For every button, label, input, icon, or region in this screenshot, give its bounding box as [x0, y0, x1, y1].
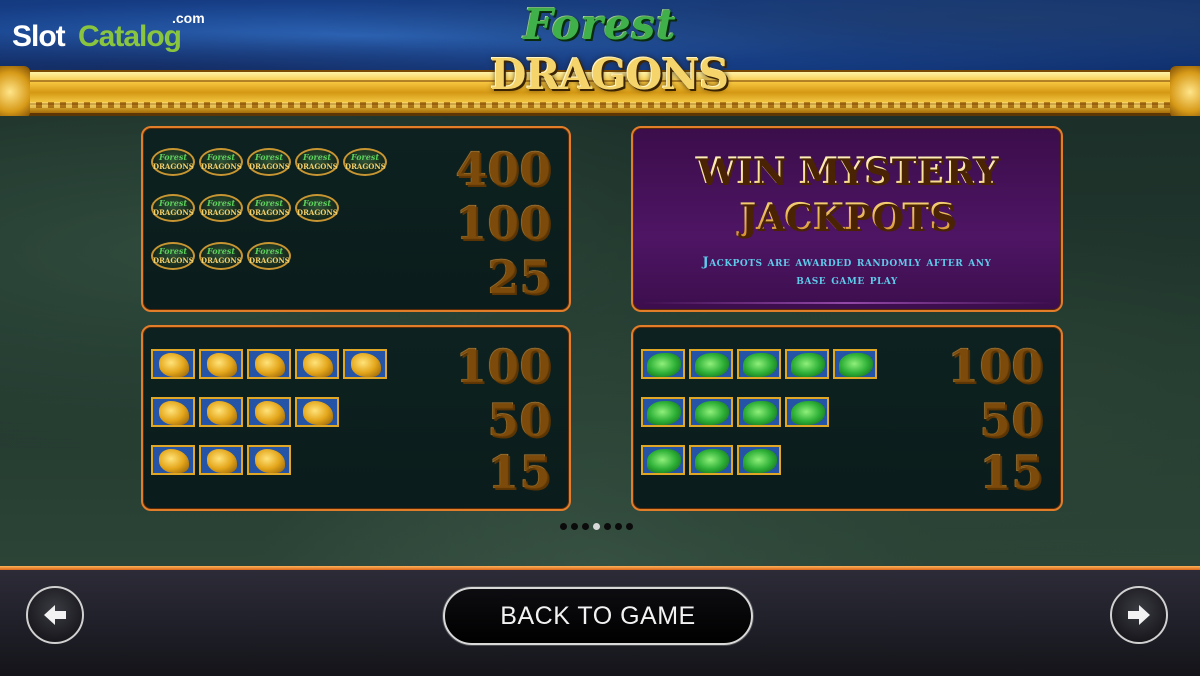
- green-dragon-icon: [833, 349, 877, 379]
- jackpot-description-line1: Jackpots are awarded randomly after any: [702, 255, 992, 270]
- page-indicator: [560, 523, 633, 530]
- green-dragon-icon: [689, 349, 733, 379]
- game-logo: Forest DRAGONS: [490, 0, 729, 112]
- gold-dragon-icon: [199, 349, 243, 379]
- logo-symbol-icon: [199, 242, 243, 270]
- jackpot-glow: [641, 302, 1053, 304]
- slotcatalog-watermark: Slot Catalog .com: [12, 10, 212, 58]
- payout-value: 400: [454, 142, 551, 196]
- logo-symbol-icon: [199, 148, 243, 176]
- payout-value: 15: [978, 445, 1043, 499]
- watermark-part-com: .com: [172, 10, 205, 26]
- payout-value: 50: [486, 393, 551, 447]
- watermark-part-catalog: Catalog: [78, 20, 182, 53]
- logo-symbol-icon: [247, 194, 291, 222]
- green-dragon-icon: [785, 349, 829, 379]
- symbol-group: [151, 242, 291, 270]
- gold-dragon-icon: [247, 349, 291, 379]
- symbol-group: [151, 148, 387, 176]
- green-dragon-icon: [689, 445, 733, 475]
- green-dragon-icon: [785, 397, 829, 427]
- paytable-panel-logo-symbol: 400 100 25: [141, 126, 571, 312]
- page-dot-active[interactable]: [593, 523, 600, 530]
- logo-symbol-icon: [343, 148, 387, 176]
- logo-symbol-icon: [295, 194, 339, 222]
- mystery-jackpot-panel: WIN MYSTERY JACKPOTS Jackpots are awarde…: [631, 126, 1063, 312]
- paytable-panel-gold-dragon: 100 50 15: [141, 325, 571, 511]
- jackpot-description: Jackpots are awarded randomly after any …: [663, 254, 1031, 290]
- back-to-game-button[interactable]: BACK TO GAME: [443, 587, 753, 645]
- logo-symbol-icon: [151, 242, 195, 270]
- payout-value: 50: [978, 393, 1043, 447]
- gold-dragon-icon: [247, 397, 291, 427]
- jackpot-title-line1: WIN MYSTERY: [695, 150, 999, 192]
- page-dot[interactable]: [582, 523, 589, 530]
- page-dot[interactable]: [626, 523, 633, 530]
- symbol-group: [151, 397, 339, 427]
- green-dragon-icon: [737, 349, 781, 379]
- payout-value: 100: [454, 196, 551, 250]
- watermark-part-slot: Slot: [12, 20, 66, 53]
- logo-symbol-icon: [151, 194, 195, 222]
- page-dot[interactable]: [560, 523, 567, 530]
- logo-line-forest: Forest: [523, 0, 677, 49]
- gold-dragon-icon: [151, 445, 195, 475]
- previous-page-button[interactable]: [26, 586, 84, 644]
- logo-symbol-icon: [247, 242, 291, 270]
- jackpot-title-line2: JACKPOTS: [738, 196, 956, 238]
- symbol-group: [641, 397, 829, 427]
- gold-dragon-icon: [295, 397, 339, 427]
- gold-frame-cap-left: [0, 66, 30, 118]
- gold-dragon-icon: [247, 445, 291, 475]
- arrow-right-icon: [1128, 605, 1150, 625]
- green-dragon-icon: [689, 397, 733, 427]
- payout-value: 15: [486, 445, 551, 499]
- arrow-left-icon: [44, 605, 66, 625]
- green-dragon-icon: [737, 445, 781, 475]
- gold-dragon-icon: [151, 349, 195, 379]
- green-dragon-icon: [641, 349, 685, 379]
- jackpot-description-line2: base game play: [796, 273, 898, 288]
- paytable-panel-green-dragon: 100 50 15: [631, 325, 1063, 511]
- jackpot-title: WIN MYSTERY JACKPOTS: [633, 148, 1061, 240]
- logo-symbol-icon: [199, 194, 243, 222]
- logo-symbol-icon: [295, 148, 339, 176]
- green-dragon-icon: [641, 445, 685, 475]
- symbol-group: [641, 445, 781, 475]
- gold-frame-cap-right: [1170, 66, 1200, 118]
- symbol-group: [641, 349, 877, 379]
- payout-value: 100: [946, 339, 1043, 393]
- gold-dragon-icon: [199, 445, 243, 475]
- green-dragon-icon: [737, 397, 781, 427]
- logo-symbol-icon: [151, 148, 195, 176]
- page-dot[interactable]: [615, 523, 622, 530]
- page-dot[interactable]: [571, 523, 578, 530]
- symbol-group: [151, 445, 291, 475]
- gold-dragon-icon: [199, 397, 243, 427]
- symbol-group: [151, 194, 339, 222]
- symbol-group: [151, 349, 387, 379]
- payout-value: 25: [486, 250, 551, 304]
- gold-dragon-icon: [343, 349, 387, 379]
- green-dragon-icon: [641, 397, 685, 427]
- logo-line-dragons: DRAGONS: [490, 50, 729, 99]
- payout-value: 100: [454, 339, 551, 393]
- gold-dragon-icon: [151, 397, 195, 427]
- next-page-button[interactable]: [1110, 586, 1168, 644]
- logo-symbol-icon: [247, 148, 291, 176]
- page-dot[interactable]: [604, 523, 611, 530]
- gold-dragon-icon: [295, 349, 339, 379]
